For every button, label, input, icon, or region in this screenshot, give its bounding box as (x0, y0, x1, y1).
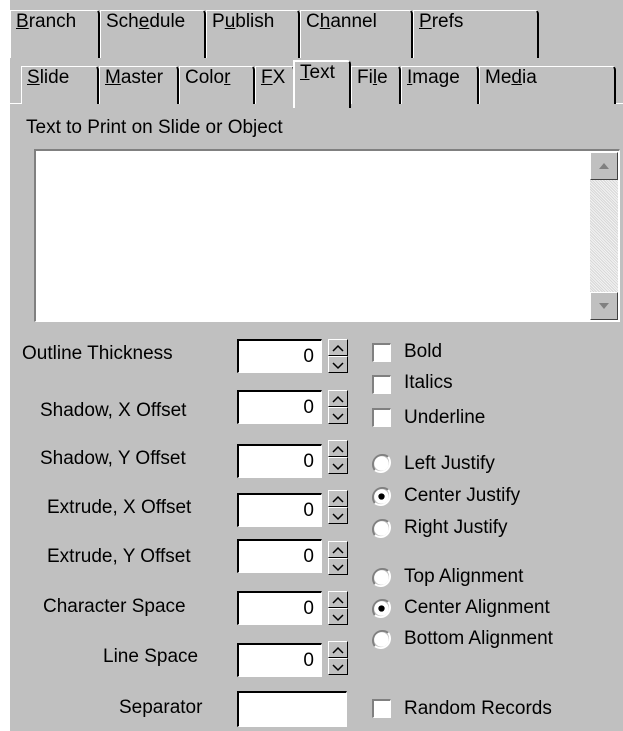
arrow-down-icon (599, 303, 609, 309)
chevron-up-icon (332, 395, 344, 403)
spin-up-button[interactable] (328, 339, 348, 356)
outline-thickness-label: Outline Thickness (22, 343, 173, 364)
scroll-down-button[interactable] (590, 292, 618, 320)
chevron-down-icon (332, 614, 344, 622)
arrow-up-icon (599, 163, 609, 169)
spin-up-button[interactable] (328, 591, 348, 608)
center-alignment-radio[interactable] (372, 599, 391, 618)
bottom-alignment-label: Bottom Alignment (404, 628, 553, 649)
shadow-x-offset-label: Shadow, X Offset (40, 400, 187, 421)
spin-up-button[interactable] (328, 490, 348, 507)
tab-publish[interactable]: Publish (206, 10, 300, 58)
spin-down-button[interactable] (328, 558, 348, 575)
tab-channel[interactable]: Channel (300, 10, 413, 58)
underline-label: Underline (404, 407, 486, 428)
spin-up-button[interactable] (328, 641, 348, 658)
line-space-input[interactable]: 0 (237, 643, 322, 677)
bold-label: Bold (404, 341, 443, 362)
italics-checkbox[interactable] (372, 375, 391, 394)
underline-checkbox[interactable] (372, 408, 391, 427)
tab-slide[interactable]: Slide (21, 66, 99, 104)
scroll-up-button[interactable] (590, 152, 618, 180)
character-space-input[interactable]: 0 (237, 591, 322, 625)
chevron-down-icon (332, 413, 344, 421)
top-alignment-label: Top Alignment (404, 566, 524, 587)
shadow-y-offset-input[interactable]: 0 (237, 444, 322, 478)
italics-label: Italics (404, 372, 453, 393)
chevron-up-icon (332, 445, 344, 453)
random-records-checkbox[interactable] (372, 699, 391, 718)
shadow-x-offset-stepper[interactable] (328, 390, 348, 424)
spin-up-button[interactable] (328, 390, 348, 407)
center-justify-radio[interactable] (372, 487, 391, 506)
chevron-down-icon (332, 513, 344, 521)
chevron-down-icon (332, 564, 344, 572)
left-justify-label: Left Justify (404, 453, 495, 474)
center-alignment-label: Center Alignment (404, 597, 550, 618)
left-justify-radio[interactable] (372, 454, 391, 473)
tab-fx[interactable]: FX (255, 66, 295, 104)
tab-color[interactable]: Color (179, 66, 255, 104)
chevron-up-icon (332, 646, 344, 654)
radio-dot (378, 493, 385, 500)
right-justify-radio[interactable] (372, 519, 391, 538)
bottom-alignment-radio[interactable] (372, 630, 391, 649)
top-alignment-radio[interactable] (372, 568, 391, 587)
extrude-y-offset-stepper[interactable] (328, 541, 348, 575)
shadow-y-offset-label: Shadow, Y Offset (40, 448, 186, 469)
spin-down-button[interactable] (328, 608, 348, 625)
chevron-down-icon (332, 362, 344, 370)
text-to-print-label: Text to Print on Slide or Object (26, 117, 283, 138)
separator-label: Separator (119, 697, 203, 718)
extrude-x-offset-input[interactable]: 0 (237, 493, 322, 527)
spin-up-button[interactable] (328, 440, 348, 457)
text-to-print-field[interactable] (34, 149, 620, 322)
tab-text[interactable]: Text (293, 60, 351, 108)
chevron-up-icon (332, 344, 344, 352)
chevron-up-icon (332, 495, 344, 503)
tab-schedule[interactable]: Schedule (100, 10, 206, 58)
spin-up-button[interactable] (328, 541, 348, 558)
character-space-stepper[interactable] (328, 591, 348, 625)
spin-down-button[interactable] (328, 658, 348, 675)
spin-down-button[interactable] (328, 457, 348, 474)
extrude-y-offset-input[interactable]: 0 (237, 539, 322, 573)
tab-branch[interactable]: Branch (10, 10, 100, 58)
shadow-x-offset-input[interactable]: 0 (237, 390, 322, 424)
spin-down-button[interactable] (328, 356, 348, 373)
bold-checkbox[interactable] (372, 343, 391, 362)
extrude-x-offset-label: Extrude, X Offset (47, 497, 192, 518)
character-space-label: Character Space (43, 596, 186, 617)
line-space-label: Line Space (103, 646, 199, 667)
separator-input[interactable] (237, 691, 347, 727)
right-justify-label: Right Justify (404, 517, 508, 538)
tab-media[interactable]: Media (479, 66, 616, 104)
tab-prefs[interactable]: Prefs (413, 10, 539, 58)
spin-down-button[interactable] (328, 507, 348, 524)
chevron-down-icon (332, 463, 344, 471)
chevron-down-icon (332, 664, 344, 672)
shadow-y-offset-stepper[interactable] (328, 440, 348, 474)
extrude-x-offset-stepper[interactable] (328, 490, 348, 524)
outline-thickness-stepper[interactable] (328, 339, 348, 373)
spin-down-button[interactable] (328, 407, 348, 424)
tab-master[interactable]: Master (99, 66, 179, 104)
random-records-label: Random Records (404, 698, 552, 719)
center-justify-label: Center Justify (404, 485, 521, 506)
vertical-scrollbar[interactable] (590, 152, 618, 320)
tab-image[interactable]: Image (401, 66, 479, 104)
chevron-up-icon (332, 546, 344, 554)
line-space-stepper[interactable] (328, 641, 348, 675)
tab-file[interactable]: File (351, 66, 401, 104)
extrude-y-offset-label: Extrude, Y Offset (47, 546, 191, 567)
chevron-up-icon (332, 596, 344, 604)
outline-thickness-input[interactable]: 0 (237, 339, 322, 373)
settings-panel: Branch Schedule Publish Channel Prefs Sl… (10, 0, 623, 731)
radio-dot (378, 605, 385, 612)
